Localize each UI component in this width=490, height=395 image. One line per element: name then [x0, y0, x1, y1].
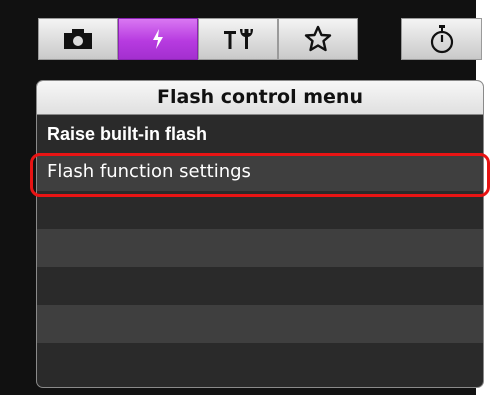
menu-item-flash-function-settings[interactable]: Flash function settings — [37, 153, 483, 191]
panel-title: Flash control menu — [37, 81, 483, 115]
star-outline-icon — [304, 25, 332, 52]
menu-item-raise-built-in-flash[interactable]: Raise built-in flash — [37, 115, 483, 153]
menu-row-empty — [37, 229, 483, 267]
tab-shooting[interactable] — [38, 18, 118, 60]
tab-flash[interactable] — [118, 18, 198, 60]
menu-item-label: Raise built-in flash — [47, 124, 208, 144]
setup-tools-icon — [224, 29, 253, 49]
menu-row-empty — [37, 305, 483, 343]
flash-bolt-icon — [153, 29, 163, 49]
menu-row-empty — [37, 343, 483, 381]
menu-row-empty — [37, 267, 483, 305]
tab-setup[interactable] — [198, 18, 278, 60]
stopwatch-icon — [430, 25, 453, 54]
menu-item-label: Flash function settings — [47, 161, 251, 182]
menu-row-empty — [37, 191, 483, 229]
camera-icon — [64, 29, 92, 49]
flash-control-panel: Flash control menu Raise built-in flash … — [36, 80, 484, 388]
tab-timer[interactable] — [401, 18, 482, 60]
tab-my-menu[interactable] — [278, 18, 358, 60]
